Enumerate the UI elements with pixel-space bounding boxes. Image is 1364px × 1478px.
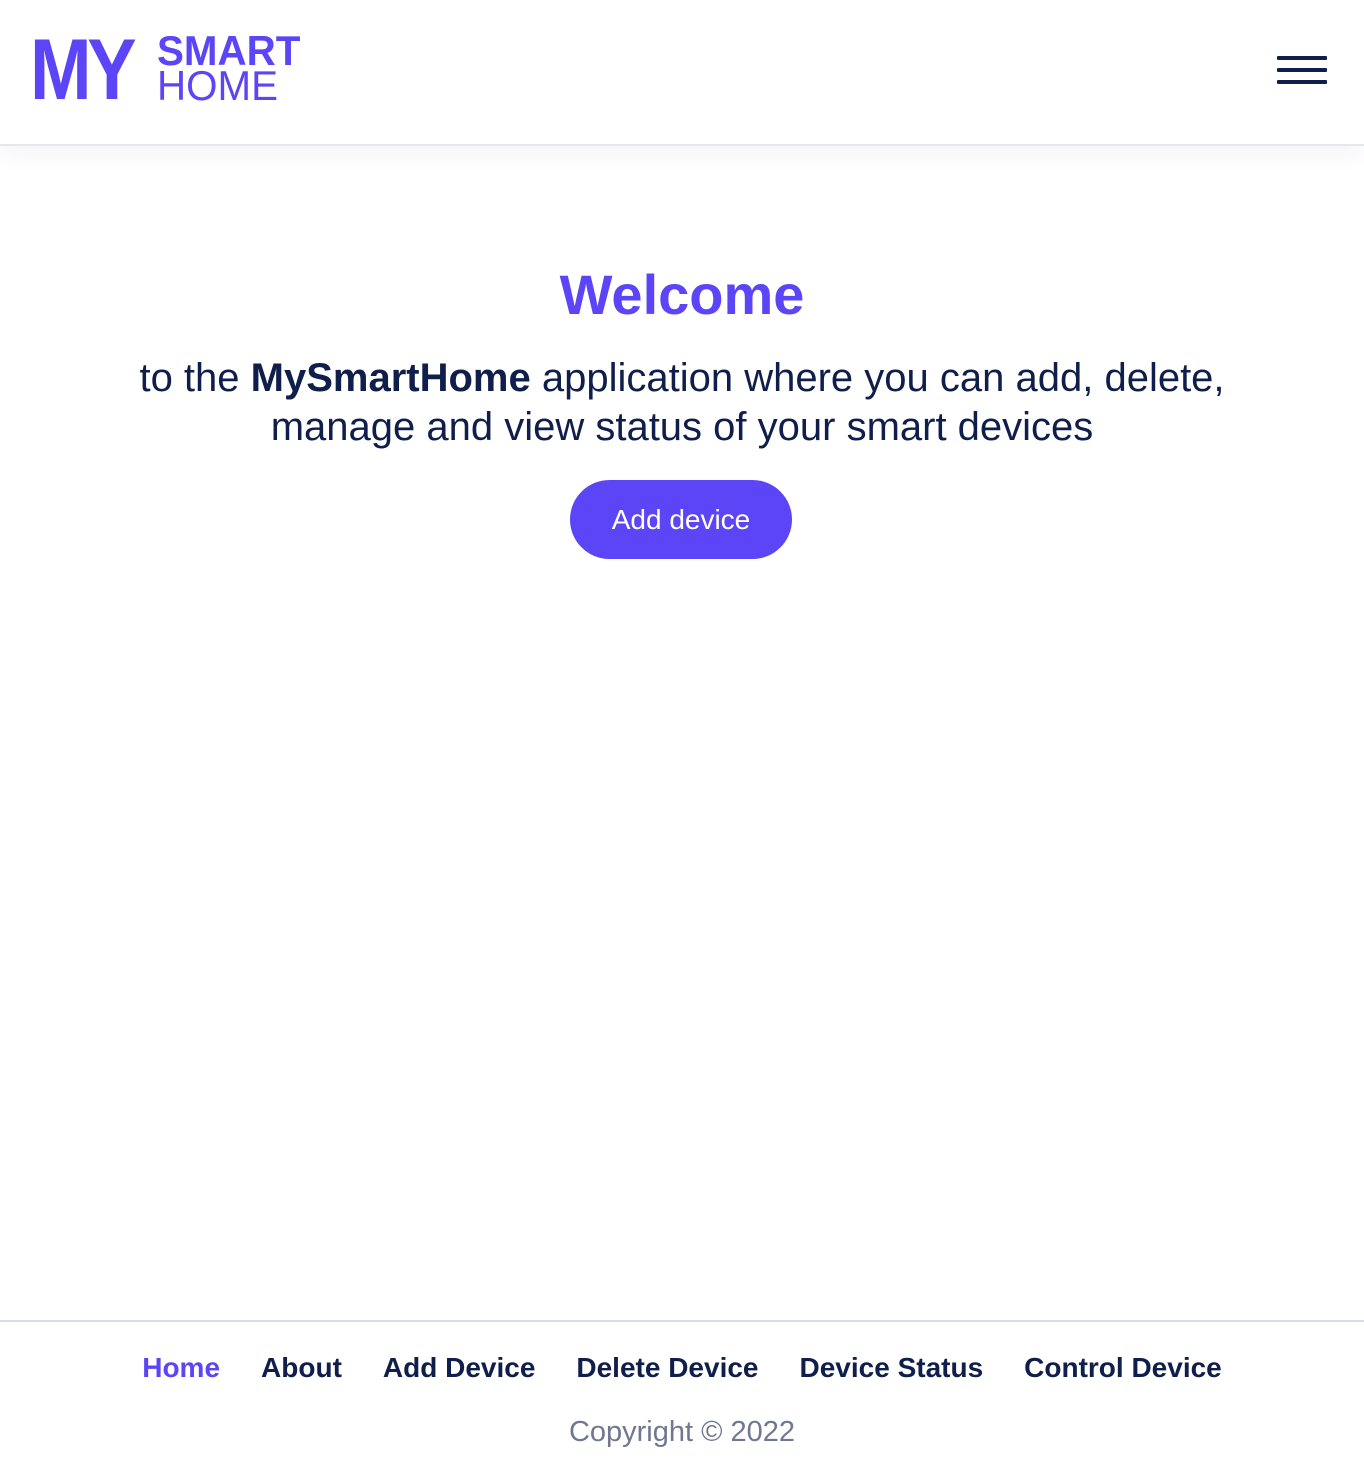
footer-nav: Home About Add Device Delete Device Devi… bbox=[0, 1350, 1364, 1386]
intro-brand: MySmartHome bbox=[250, 356, 531, 400]
site-footer: Home About Add Device Delete Device Devi… bbox=[0, 1320, 1364, 1478]
footer-link-home[interactable]: Home bbox=[142, 1350, 220, 1386]
footer-link-device-status[interactable]: Device Status bbox=[800, 1350, 984, 1386]
menu-line bbox=[1277, 80, 1327, 84]
footer-link-about[interactable]: About bbox=[261, 1350, 342, 1386]
footer-link-add-device[interactable]: Add Device bbox=[383, 1350, 536, 1386]
site-header: MY SMART HOME bbox=[0, 0, 1364, 146]
main-content: Welcome to the MySmartHome application w… bbox=[0, 148, 1364, 1320]
add-device-button[interactable]: Add device bbox=[570, 480, 792, 559]
logo-my: MY bbox=[30, 22, 137, 118]
hamburger-menu-icon[interactable] bbox=[1277, 56, 1327, 88]
footer-link-control-device[interactable]: Control Device bbox=[1024, 1350, 1222, 1386]
logo[interactable]: MY SMART HOME bbox=[30, 22, 306, 118]
menu-line bbox=[1277, 56, 1327, 60]
logo-home: HOME bbox=[157, 62, 278, 109]
copyright-text: Copyright © 2022 bbox=[568, 1416, 796, 1448]
intro-prefix: to the bbox=[139, 356, 251, 400]
menu-line bbox=[1277, 68, 1327, 72]
footer-link-delete-device[interactable]: Delete Device bbox=[576, 1350, 758, 1386]
intro-text: to the MySmartHome application where you… bbox=[100, 354, 1264, 452]
logo-stack: SMART HOME bbox=[157, 30, 306, 109]
page-title: Welcome bbox=[559, 263, 805, 326]
